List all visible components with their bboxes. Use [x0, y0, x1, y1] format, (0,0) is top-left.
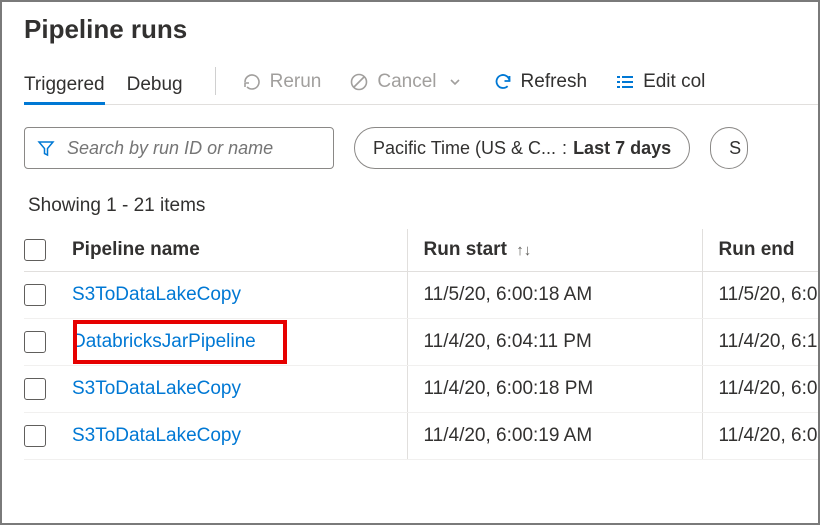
run-end-cell: 11/4/20, 6:03: — [702, 366, 818, 413]
highlight-annotation — [73, 320, 287, 364]
row-checkbox[interactable] — [24, 284, 46, 306]
refresh-button[interactable]: Refresh — [493, 71, 588, 97]
table-row: S3ToDataLakeCopy 11/4/20, 6:00:18 PM11/4/… — [24, 366, 818, 413]
filters-row: Pacific Time (US & C... : Last 7 days S — [24, 127, 818, 169]
toolbar-row: Triggered Debug Rerun Cancel — [24, 63, 818, 105]
search-box[interactable] — [24, 127, 334, 169]
run-end-cell: 11/4/20, 6:04: — [702, 413, 818, 460]
row-checkbox[interactable] — [24, 331, 46, 353]
list-icon — [615, 72, 635, 92]
rerun-icon — [242, 72, 262, 92]
refresh-label: Refresh — [521, 71, 588, 93]
run-end-cell: 11/4/20, 6:10: — [702, 319, 818, 366]
col-run-end[interactable]: Run end — [702, 229, 818, 272]
run-start-cell: 11/5/20, 6:00:18 AM — [407, 272, 702, 319]
pipeline-name-link[interactable]: S3ToDataLakeCopy — [72, 378, 241, 399]
timezone-label: Pacific Time (US & C... — [373, 138, 556, 159]
row-checkbox[interactable] — [24, 378, 46, 400]
select-all-checkbox[interactable] — [24, 239, 46, 261]
range-label: Last 7 days — [573, 138, 671, 159]
page-title: Pipeline runs — [24, 14, 818, 45]
divider — [215, 67, 216, 95]
pipeline-runs-page: Pipeline runs Triggered Debug Rerun Canc… — [0, 0, 820, 525]
table-row: S3ToDataLakeCopy 11/4/20, 6:00:19 AM11/4/… — [24, 413, 818, 460]
chevron-down-icon — [445, 72, 465, 92]
run-start-cell: 11/4/20, 6:00:19 AM — [407, 413, 702, 460]
rerun-button: Rerun — [242, 71, 322, 97]
extra-filter[interactable]: S — [710, 127, 748, 169]
refresh-icon — [493, 72, 513, 92]
col-run-start[interactable]: Run start ↑↓ — [407, 229, 702, 272]
cancel-icon — [349, 72, 369, 92]
tabs: Triggered Debug — [24, 63, 183, 104]
pipeline-name-link[interactable]: S3ToDataLakeCopy — [72, 425, 241, 446]
cancel-button: Cancel — [349, 71, 464, 97]
showing-count: Showing 1 - 21 items — [28, 195, 818, 217]
table-header-row: Pipeline name Run start ↑↓ Run end — [24, 229, 818, 272]
filter-icon — [37, 139, 55, 157]
tab-debug[interactable]: Debug — [127, 74, 183, 104]
sort-icon[interactable]: ↑↓ — [516, 242, 531, 259]
run-start-cell: 11/4/20, 6:00:18 PM — [407, 366, 702, 413]
run-start-cell: 11/4/20, 6:04:11 PM — [407, 319, 702, 366]
edit-columns-label: Edit col — [643, 71, 705, 93]
timezone-range-filter[interactable]: Pacific Time (US & C... : Last 7 days — [354, 127, 690, 169]
rerun-label: Rerun — [270, 71, 322, 93]
tab-triggered[interactable]: Triggered — [24, 74, 105, 104]
pipeline-name-link[interactable]: S3ToDataLakeCopy — [72, 284, 241, 305]
row-checkbox[interactable] — [24, 425, 46, 447]
table-row: S3ToDataLakeCopy 11/5/20, 6:00:18 AM11/5/… — [24, 272, 818, 319]
col-pipeline-name[interactable]: Pipeline name — [72, 229, 407, 272]
cancel-label: Cancel — [377, 71, 436, 93]
edit-columns-button[interactable]: Edit col — [615, 71, 705, 97]
run-end-cell: 11/5/20, 6:03: — [702, 272, 818, 319]
search-input[interactable] — [65, 137, 321, 160]
